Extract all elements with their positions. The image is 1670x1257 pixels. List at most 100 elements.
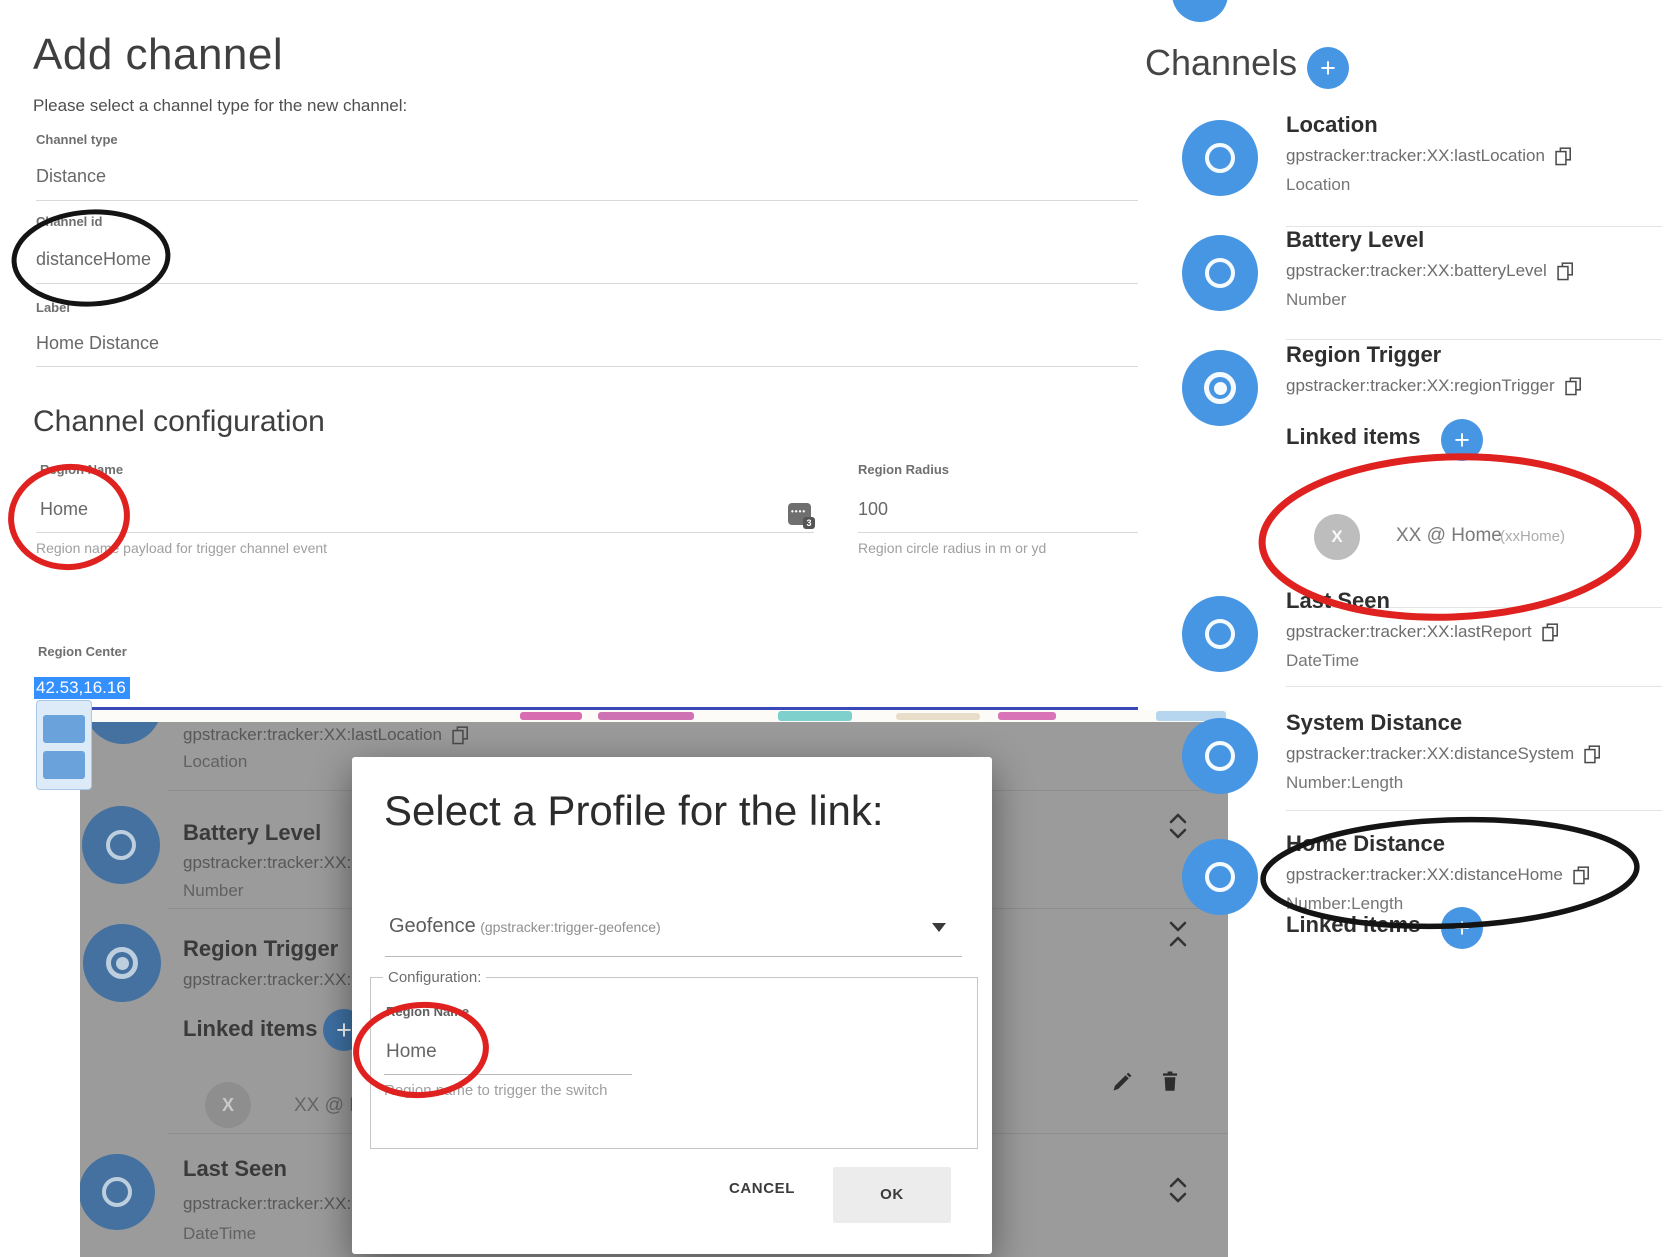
channel-id-text: gpstracker:tracker:XX:distanceHome [1286,865,1563,885]
channel-title: Region Trigger [1286,342,1441,368]
channel-id-text: gpstracker:tracker:XX:lastReport [1286,622,1532,642]
region-radius-helper: Region circle radius in m or yd [858,540,1046,556]
autofill-suggestion[interactable] [43,715,85,743]
dim-channel-title: Region Trigger [183,936,355,962]
channel-id-label: Channel id [36,214,102,229]
profile-dialog: Select a Profile for the link: Geofence … [352,757,992,1254]
channel-title: System Distance [1286,710,1462,736]
copy-icon[interactable] [1555,147,1572,166]
map-strip [36,710,1228,722]
copy-icon[interactable] [452,726,469,745]
autofill-icon[interactable]: •••• 3 [788,503,811,525]
channel-id-input[interactable]: distanceHome [36,249,151,270]
linked-item-avatar: X [205,1082,251,1128]
location-channel-icon [1182,120,1258,196]
region-name-input[interactable]: Home [40,499,88,520]
dialog-title: Select a Profile for the link: [384,787,884,835]
channel-type-select[interactable]: Distance [36,166,106,187]
channel-id: gpstracker:tracker:XX:lastLocation [1286,146,1572,166]
edit-link-pencil-icon[interactable] [1111,1071,1133,1093]
add-link-button[interactable]: + [1441,907,1483,949]
add-channel-button[interactable]: + [1307,47,1349,89]
profile-select[interactable]: Geofence (gpstracker:trigger-geofence) [389,915,661,938]
add-link-button[interactable]: + [1441,419,1483,461]
channel-type: DateTime [1286,651,1359,671]
chip-label: XX @ Home [1396,525,1502,547]
location-channel-icon [84,722,162,744]
region-center-label: Region Center [38,644,127,659]
copy-icon[interactable] [1584,745,1601,764]
map-fragment [598,712,694,720]
linked-item-chip[interactable]: X XX @ Home (xxHome) [1314,514,1644,560]
select-underline [385,956,962,957]
input-underline [384,1074,632,1075]
dim-channel-title: Battery Level [183,820,352,846]
channel-id: gpstracker:tracker:XX:batteryLevel [1286,261,1574,281]
region-center-input[interactable]: 42.53,16.16 [34,678,130,698]
ok-button[interactable]: OK [833,1167,951,1223]
channel-type: Location [1286,175,1350,195]
field-underline [858,532,1138,533]
dim-linked-items-heading: Linked items [183,1016,317,1042]
config-fieldset: Configuration: Region Name Home Region n… [370,969,978,1149]
autofill-suggestion[interactable] [43,751,85,779]
map-fragment [520,712,582,720]
field-underline [36,366,1138,367]
divider [1286,810,1662,811]
profile-qualifier: (gpstracker:trigger-geofence) [480,919,661,935]
page-title: Add channel [33,30,283,80]
autofill-dots: •••• [791,507,806,516]
linked-items-heading: Linked items [1286,424,1420,450]
label-input[interactable]: Home Distance [36,333,159,354]
dim-channel-title: Last Seen [183,1156,352,1182]
channels-heading: Channels [1145,42,1297,84]
copy-icon[interactable] [1573,866,1590,885]
plus-icon: + [1454,427,1470,454]
home-distance-channel-icon [1182,839,1258,915]
field-underline [36,532,814,533]
cancel-button[interactable]: CANCEL [707,1169,817,1209]
dim-channel-id: gpstracker:tracker:XX:lastLocation [183,725,613,745]
channel-id-text: gpstracker:tracker:XX:batteryLevel [1286,261,1547,281]
autofill-popup[interactable] [36,700,92,790]
channel-type: Number:Length [1286,773,1403,793]
last-seen-channel-icon [1182,596,1258,672]
region-trigger-channel-icon [83,924,161,1002]
partial-fab [1172,0,1228,22]
channel-id: gpstracker:tracker:XX:distanceSystem [1286,744,1601,764]
config-heading: Channel configuration [33,405,325,439]
dim-channel-id: gpstracker:tracker:XX:batteryLevel [183,853,352,873]
unfold-more-icon[interactable] [1167,811,1189,841]
map-fragment [896,713,980,720]
dim-channel-id: gpstracker:tracker:XX:regionTrigger [183,970,352,990]
modal-region-name-input[interactable]: Home [386,1041,437,1063]
channel-id: gpstracker:tracker:XX:regionTrigger [1286,376,1582,396]
modal-region-name-label: Region Name [386,1004,469,1019]
screen: Add channel Please select a channel type… [0,0,1670,1257]
linked-items-heading: Linked items [1286,912,1420,938]
region-trigger-channel-icon [1182,350,1258,426]
divider [1286,686,1662,687]
region-radius-input[interactable]: 100 [858,499,888,520]
channel-title: Location [1286,112,1378,138]
unfold-more-icon[interactable] [1167,1175,1189,1205]
channel-id-text: gpstracker:tracker:XX:distanceSystem [1286,744,1574,764]
copy-icon[interactable] [1565,377,1582,396]
system-distance-channel-icon [1182,718,1258,794]
linked-item-label: XX @ Home (xxHome) [294,1095,352,1117]
channel-title: Home Distance [1286,831,1445,857]
channel-title: Battery Level [1286,227,1424,253]
field-underline [36,200,1138,201]
chevron-down-icon [932,923,946,932]
delete-link-trash-icon[interactable] [1161,1071,1179,1092]
copy-icon[interactable] [1557,262,1574,281]
autofill-badge: 3 [803,517,815,529]
profile-name: Geofence [389,915,476,937]
form-intro: Please select a channel type for the new… [33,96,407,116]
chip-avatar: X [1314,514,1360,560]
modal-region-name-helper: Region name to trigger the switch [384,1082,607,1099]
unfold-less-icon[interactable] [1167,919,1189,949]
copy-icon[interactable] [1542,623,1559,642]
channel-title: Last Seen [1286,588,1390,614]
map-fragment [998,712,1056,720]
